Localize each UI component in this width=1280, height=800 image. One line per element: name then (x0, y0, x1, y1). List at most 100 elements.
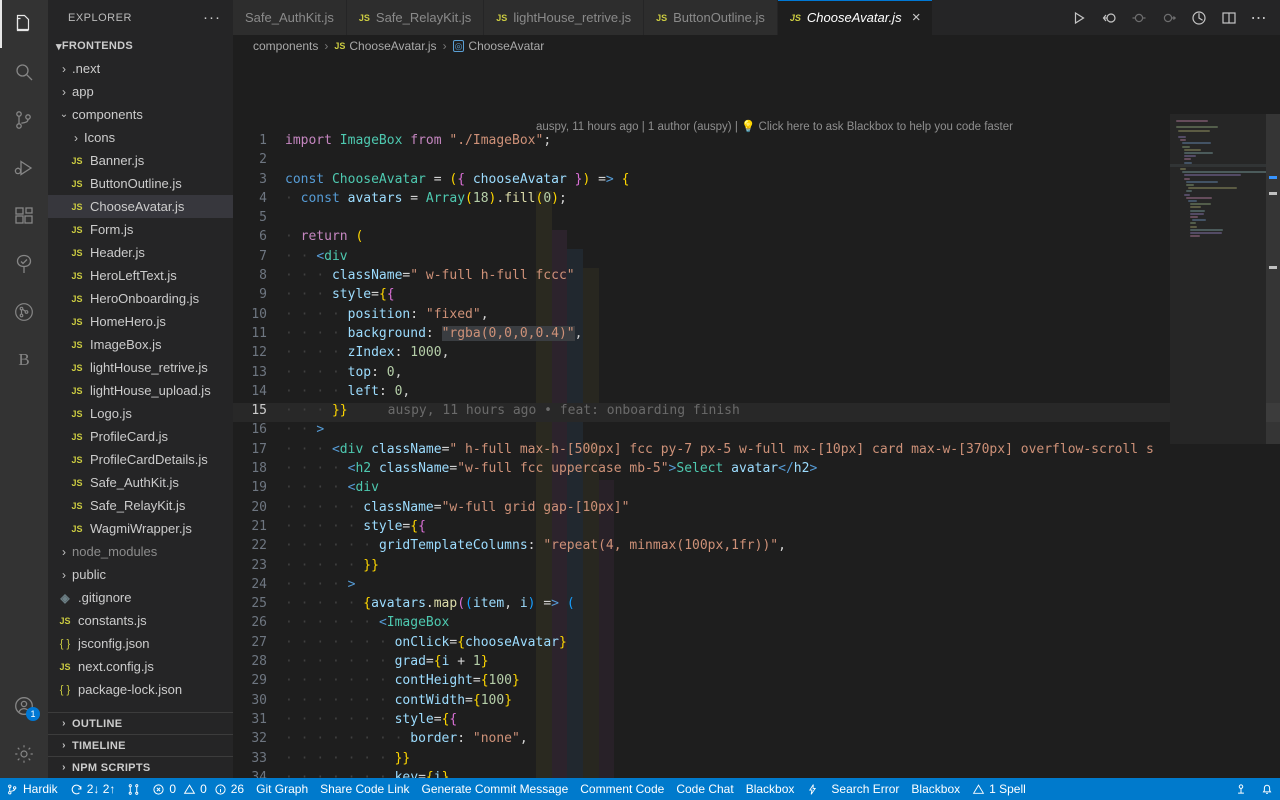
tree-root-frontends[interactable]: ▾ FRONTENDS (48, 35, 233, 57)
breadcrumb-folder[interactable]: components (253, 39, 318, 53)
tree-file[interactable]: JS ProfileCard.js (48, 425, 233, 448)
tree-file[interactable]: JS ChooseAvatar.js (48, 195, 233, 218)
status-notifications[interactable] (1254, 778, 1280, 800)
tree-item-label: HomeHero.js (90, 314, 166, 329)
tree-item-label: ProfileCardDetails.js (90, 452, 208, 467)
minimap[interactable] (1170, 114, 1266, 778)
tree-file[interactable]: JS ProfileCardDetails.js (48, 448, 233, 471)
status-generate-commit-message[interactable]: Generate Commit Message (416, 778, 575, 800)
step-back-icon[interactable] (1096, 4, 1122, 32)
ellipsis-icon[interactable]: ⋯ (1246, 4, 1272, 32)
tree-file[interactable]: JS HeroLeftText.js (48, 264, 233, 287)
activity-extensions[interactable] (0, 192, 48, 240)
code-line: 23 · · · · · }} (233, 558, 1280, 577)
tree-item-label: Safe_RelayKit.js (90, 498, 186, 513)
tree-file[interactable]: JS Logo.js (48, 402, 233, 425)
tree-file[interactable]: JS HeroOnboarding.js (48, 287, 233, 310)
activity-source-control[interactable] (0, 96, 48, 144)
tree-file[interactable]: JS HomeHero.js (48, 310, 233, 333)
tree-folder[interactable]: › Icons (48, 126, 233, 149)
activity-search[interactable] (0, 48, 48, 96)
status-spell-check[interactable]: 1 Spell (966, 778, 1032, 800)
tab-lightHouse_retrive-js[interactable]: JS lightHouse_retrive.js (484, 0, 645, 35)
tree-file[interactable]: JS ButtonOutline.js (48, 172, 233, 195)
tree-folder[interactable]: ⌄ components (48, 103, 233, 126)
tree-folder[interactable]: › public (48, 563, 233, 586)
tree-file[interactable]: JS next.config.js (48, 655, 233, 678)
split-editor-icon[interactable] (1216, 4, 1242, 32)
activity-blackbox[interactable]: B (0, 336, 48, 384)
status-comment-code[interactable]: Comment Code (574, 778, 670, 800)
tree-file[interactable]: { } jsconfig.json (48, 632, 233, 655)
code-lens-blame[interactable]: auspy, 11 hours ago | 1 author (auspy) |… (536, 119, 1013, 133)
sidebar-more-actions[interactable]: ··· (195, 9, 229, 26)
code-editor[interactable]: auspy, 11 hours ago | 1 author (auspy) |… (233, 57, 1280, 778)
tab-Safe_AuthKit-js[interactable]: Safe_AuthKit.js (233, 0, 347, 35)
tab-Safe_RelayKit-js[interactable]: JS Safe_RelayKit.js (346, 0, 485, 35)
line-text: · · · · · · · key={i} (285, 769, 450, 778)
activity-git-graph[interactable] (0, 288, 48, 336)
tree-file[interactable]: JS WagmiWrapper.js (48, 517, 233, 540)
play-icon[interactable] (1066, 4, 1092, 32)
activity-manage[interactable] (0, 730, 48, 778)
tree-folder[interactable]: › node_modules (48, 540, 233, 563)
tree-item-label: Header.js (90, 245, 145, 260)
tree-folder[interactable]: › app (48, 80, 233, 103)
vertical-scrollbar[interactable] (1266, 114, 1280, 778)
sidebar-section-outline[interactable]: › OUTLINE (48, 712, 233, 734)
tree-folder[interactable]: › .next (48, 57, 233, 80)
json-file-icon: { } (59, 683, 71, 696)
code-scroll-area[interactable]: auspy, 11 hours ago | 1 author (auspy) |… (233, 57, 1280, 778)
close-icon[interactable]: × (912, 10, 921, 25)
status-search-error[interactable]: Search Error (825, 778, 905, 800)
tab-ButtonOutline-js[interactable]: JS ButtonOutline.js (644, 0, 778, 35)
tree-file[interactable]: JS Banner.js (48, 149, 233, 172)
breadcrumb-symbol[interactable]: ChooseAvatar (468, 39, 544, 53)
status-blackbox[interactable]: Blackbox (740, 778, 801, 800)
tree-file[interactable]: JS Form.js (48, 218, 233, 241)
status-git-graph[interactable]: Git Graph (250, 778, 314, 800)
tree-file[interactable]: JS Header.js (48, 241, 233, 264)
tree-file[interactable]: JS lightHouse_retrive.js (48, 356, 233, 379)
tree-file[interactable]: ◈ .gitignore (48, 586, 233, 609)
status-blackbox-lightning[interactable] (800, 778, 825, 800)
breadcrumb-file[interactable]: ChooseAvatar.js (349, 39, 436, 53)
line-text: · · · <div className=" h-full max-h-[500… (285, 441, 1154, 457)
tree-item-label: next.config.js (78, 659, 154, 674)
tree-item-label: ProfileCard.js (90, 429, 169, 444)
activity-testing[interactable] (0, 240, 48, 288)
code-lens-cta[interactable]: Click here to ask Blackbox to help you c… (759, 121, 1013, 133)
activity-accounts[interactable]: 1 (0, 682, 48, 730)
tree-file[interactable]: JS Safe_AuthKit.js (48, 471, 233, 494)
workbench: B 1 EXPLORER ··· ▾ FRONTENDS › .next › a… (0, 0, 1280, 778)
sidebar-section-npm-scripts[interactable]: › NPM SCRIPTS (48, 756, 233, 778)
status-blackbox-2[interactable]: Blackbox (905, 778, 966, 800)
tree-file[interactable]: JS ImageBox.js (48, 333, 233, 356)
tree-file[interactable]: { } package-lock.json (48, 678, 233, 701)
line-text: · · · · · · · }} (285, 750, 411, 766)
sidebar-section-timeline[interactable]: › TIMELINE (48, 734, 233, 756)
status-problems[interactable]: 0 0 26 (146, 778, 250, 800)
status-git-compare[interactable] (121, 778, 146, 800)
tab-label: lightHouse_retrive.js (513, 10, 632, 25)
chevron-right-icon: › (62, 84, 66, 99)
run-prev-icon[interactable] (1126, 4, 1152, 32)
status-share-code-link[interactable]: Share Code Link (314, 778, 415, 800)
tree-file[interactable]: JS lightHouse_upload.js (48, 379, 233, 402)
activity-explorer[interactable] (0, 0, 48, 48)
minimap-slider[interactable] (1170, 114, 1266, 444)
status-code-chat[interactable]: Code Chat (670, 778, 739, 800)
run-next-icon[interactable] (1156, 4, 1182, 32)
status-branch[interactable]: Hardik (0, 778, 64, 800)
tab-ChooseAvatar-js[interactable]: JS ChooseAvatar.js × (777, 0, 934, 35)
scrollbar-thumb[interactable] (1266, 114, 1280, 444)
tree-file[interactable]: JS Safe_RelayKit.js (48, 494, 233, 517)
activity-run-debug[interactable] (0, 144, 48, 192)
tree-file[interactable]: JS constants.js (48, 609, 233, 632)
coverage-icon[interactable] (1186, 4, 1212, 32)
status-sync[interactable]: 2↓ 2↑ (64, 778, 122, 800)
line-text: · · · · · · · contHeight={100} (285, 673, 520, 689)
file-tree[interactable]: ▾ FRONTENDS › .next › app ⌄ components › Icons J… (48, 35, 233, 712)
status-remote[interactable] (1228, 778, 1254, 800)
tab-label: ChooseAvatar.js (806, 10, 902, 25)
